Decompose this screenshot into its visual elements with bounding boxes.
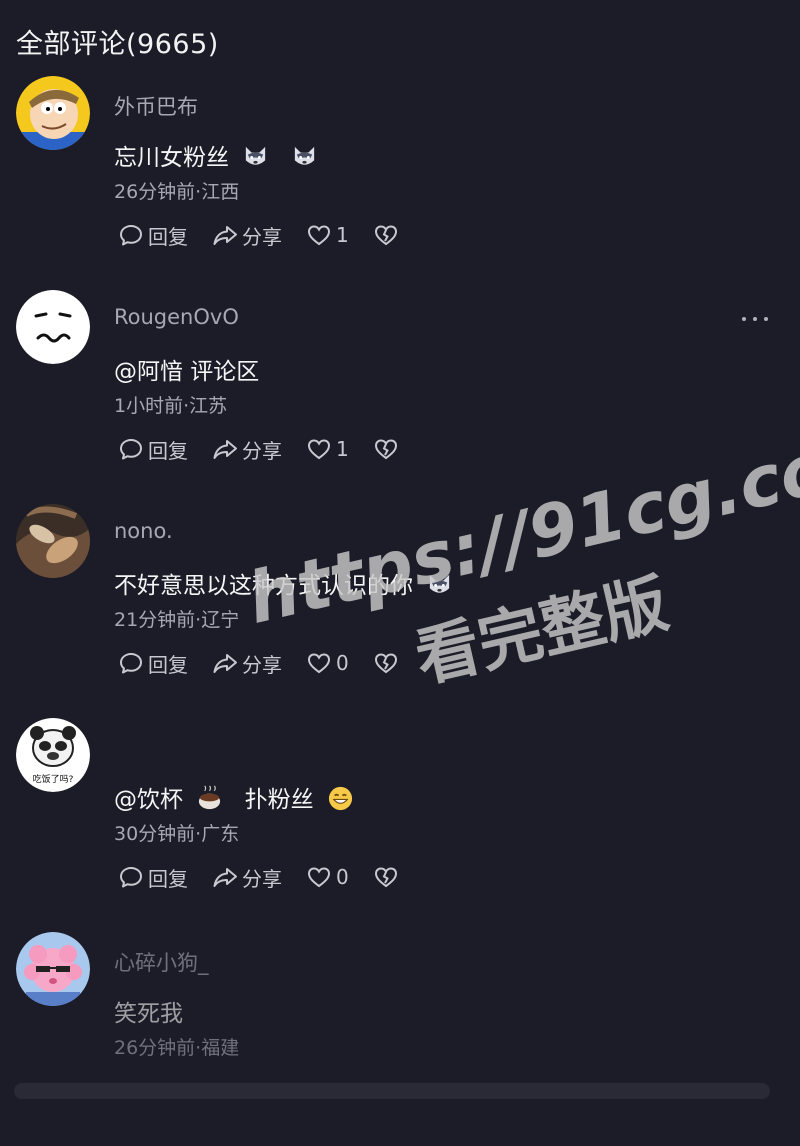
comment-meta: 21分钟前·辽宁 [114,609,240,631]
comment-item: 吃饭了吗? @饮杯 扑粉丝 30分钟前·广东 回复 分享 0 [0,718,800,932]
reply-label: 回复 [148,652,188,677]
comment-actions: 回复 分享 0 [118,649,427,677]
reply-label: 回复 [148,224,188,249]
comment-author[interactable]: nono. [114,519,173,543]
comment-meta: 30分钟前·广东 [114,823,240,845]
heart-icon [307,439,331,460]
dislike-button[interactable] [373,436,403,462]
avatar[interactable] [16,76,90,150]
comment-author[interactable]: 心碎小狗_ [114,947,209,977]
comment-text-content: 笑死我 [114,1001,183,1027]
comment-item: 心碎小狗_ 笑死我 26分钟前·福建 [0,932,800,1146]
reply-button[interactable]: 回复 [118,221,188,250]
grin-emoji-icon [327,785,354,812]
reply-label: 回复 [148,438,188,463]
share-icon [213,226,237,245]
comment-input-bar[interactable] [14,1083,770,1099]
comment-meta: 26分钟前·福建 [114,1037,240,1059]
share-button[interactable]: 分享 [212,221,282,250]
comment-text-content: 不好意思以这种方式认识的你 [114,573,413,599]
broken-heart-icon [374,653,397,674]
share-icon [213,440,237,459]
comment-text: @饮杯 扑粉丝 [114,780,354,814]
like-count: 0 [336,651,349,675]
comment-item: nono. 不好意思以这种方式认识的你 21分钟前·辽宁 回复 分享 0 [0,504,800,718]
comment-actions: 回复 分享 1 [118,221,427,249]
like-count: 1 [336,223,349,247]
heart-icon [307,867,331,888]
share-button[interactable]: 分享 [212,863,282,892]
wolf-emoji-icon [291,143,318,170]
dislike-button[interactable] [373,650,403,676]
comment-text: 笑死我 [114,994,183,1028]
wolf-emoji-icon [426,571,453,598]
comment-actions: 回复 分享 1 [118,435,427,463]
avatar-caption: 吃饭了吗? [33,773,74,785]
share-button[interactable]: 分享 [212,649,282,678]
like-button[interactable]: 1 [306,222,349,248]
avatar[interactable] [16,290,90,364]
reply-icon [120,225,142,246]
reply-button[interactable]: 回复 [118,435,188,464]
comment-meta: 1小时前·江苏 [114,395,228,417]
comment-item: RougenOvO @阿愔 评论区 1小时前·江苏 回复 分享 1 [0,290,800,504]
comment-meta: 26分钟前·江西 [114,181,240,203]
dislike-button[interactable] [373,222,403,248]
share-label: 分享 [242,652,282,677]
page-title: 全部评论(9665) [16,29,219,60]
comment-text-content: 扑粉丝 [244,787,314,813]
reply-button[interactable]: 回复 [118,649,188,678]
coffee-emoji-icon [196,785,223,812]
comment-actions: 回复 分享 0 [118,863,427,891]
reply-icon [120,653,142,674]
broken-heart-icon [374,225,397,246]
comment-text: 忘川女粉丝 [114,138,318,172]
comment-text-content: @阿愔 评论区 [114,359,260,385]
comment-mention[interactable]: @饮杯 [114,787,183,813]
comment-author[interactable]: RougenOvO [114,305,239,329]
share-label: 分享 [242,438,282,463]
more-options-icon[interactable] [742,314,768,324]
avatar[interactable] [16,504,90,578]
comment-text: @阿愔 评论区 [114,352,259,386]
comment-item: 外币巴布 忘川女粉丝 26分钟前·江西 回复 分享 1 [0,76,800,290]
heart-icon [307,653,331,674]
reply-button[interactable]: 回复 [118,863,188,892]
heart-icon [307,225,331,246]
avatar[interactable] [16,932,90,1006]
reply-icon [120,439,142,460]
share-label: 分享 [242,224,282,249]
comment-text-content: 忘川女粉丝 [114,145,229,171]
broken-heart-icon [374,439,397,460]
reply-icon [120,867,142,888]
dislike-button[interactable] [373,864,403,890]
like-count: 0 [336,865,349,889]
like-button[interactable]: 0 [306,864,349,890]
reply-label: 回复 [148,866,188,891]
comment-author[interactable]: 外币巴布 [114,91,198,121]
broken-heart-icon [374,867,397,888]
like-button[interactable]: 0 [306,650,349,676]
like-button[interactable]: 1 [306,436,349,462]
share-label: 分享 [242,866,282,891]
like-count: 1 [336,437,349,461]
share-button[interactable]: 分享 [212,435,282,464]
wolf-emoji-icon [242,143,269,170]
share-icon [213,654,237,673]
avatar[interactable]: 吃饭了吗? [16,718,90,792]
comment-text: 不好意思以这种方式认识的你 [114,566,453,600]
share-icon [213,868,237,887]
